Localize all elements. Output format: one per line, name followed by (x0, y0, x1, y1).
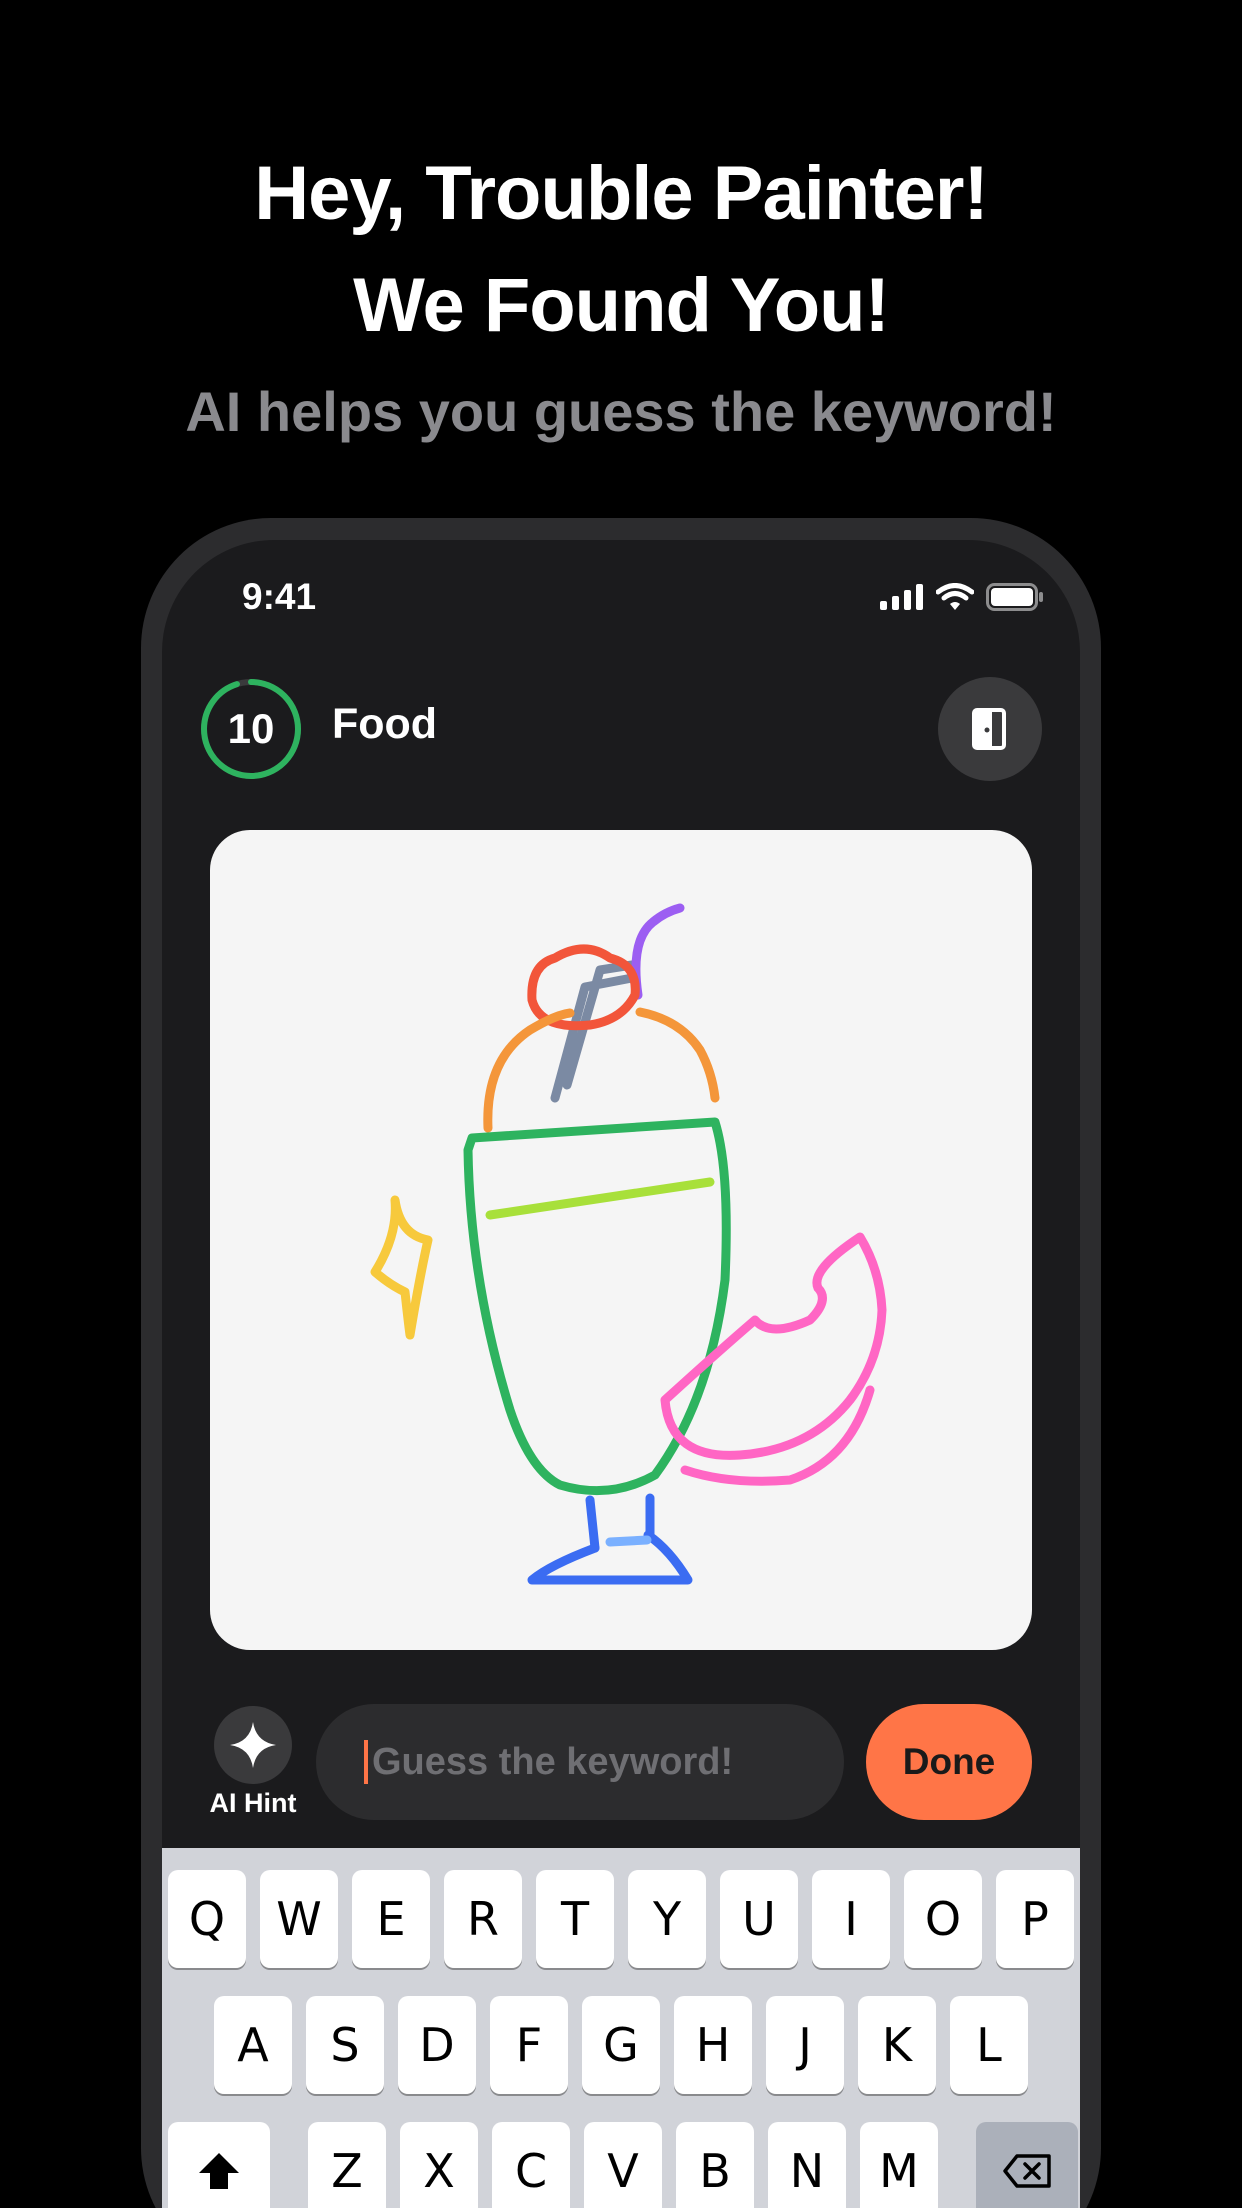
promo-subheadline: AI helps you guess the keyword! (185, 380, 1057, 443)
key-i[interactable]: I (812, 1870, 890, 1968)
stroke-cherry-stem (631, 903, 685, 1000)
key-w[interactable]: W (260, 1870, 338, 1968)
stroke-straw (550, 960, 639, 1103)
ai-hint-button[interactable] (214, 1706, 292, 1784)
stroke-sparkle (370, 1195, 433, 1340)
key-x[interactable]: X (400, 2122, 478, 2208)
keyboard-row-1: Q W E R T Y U I O P (168, 1870, 1080, 1968)
keyboard-row-3: Z X C V B N M (168, 2122, 1080, 2208)
key-q[interactable]: Q (168, 1870, 246, 1968)
stroke-cream (483, 1007, 720, 1133)
text-caret (364, 1740, 368, 1784)
stroke-cup (463, 1117, 731, 1496)
ai-hint-label: AI Hint (209, 1788, 297, 1818)
drawing-canvas[interactable] (210, 830, 1032, 1650)
key-c[interactable]: C (492, 2122, 570, 2208)
shift-icon (199, 2153, 239, 2189)
key-e[interactable]: E (352, 1870, 430, 1968)
guess-input[interactable]: Guess the keyword! (316, 1704, 844, 1820)
key-z[interactable]: Z (308, 2122, 386, 2208)
headline-line-1: Hey, Trouble Painter! (254, 151, 989, 236)
status-time: 9:41 (242, 576, 317, 617)
key-k[interactable]: K (858, 1996, 936, 2094)
status-icons (880, 582, 1044, 612)
stroke-peel (660, 1232, 887, 1486)
key-n[interactable]: N (768, 2122, 846, 2208)
key-d[interactable]: D (398, 1996, 476, 2094)
stroke-milk-line (485, 1177, 715, 1220)
sparkle-icon (230, 1722, 276, 1768)
door-exit-icon (972, 708, 1006, 750)
shift-key[interactable] (168, 2122, 270, 2208)
headline-line-2: We Found You! (353, 263, 890, 348)
keyboard-row-2: A S D F G H J K L (214, 1996, 1042, 2094)
key-l[interactable]: L (950, 1996, 1028, 2094)
milkshake-drawing (370, 903, 887, 1585)
key-t[interactable]: T (536, 1870, 614, 1968)
key-r[interactable]: R (444, 1870, 522, 1968)
category-label: Food (332, 700, 438, 748)
timer-value: 10 (227, 705, 275, 752)
key-p[interactable]: P (996, 1870, 1074, 1968)
battery-icon (986, 583, 1043, 611)
key-g[interactable]: G (582, 1996, 660, 2094)
wifi-icon (936, 583, 974, 610)
phone-screen: 9:41 10 Food AI Hint Guess the keyword! … (162, 540, 1080, 2208)
backspace-icon (1003, 2154, 1051, 2188)
key-s[interactable]: S (306, 1996, 384, 2094)
key-m[interactable]: M (860, 2122, 938, 2208)
stroke-base-highlight (605, 1535, 652, 1547)
exit-button[interactable] (938, 677, 1042, 781)
key-o[interactable]: O (904, 1870, 982, 1968)
key-y[interactable]: Y (628, 1870, 706, 1968)
key-b[interactable]: B (676, 2122, 754, 2208)
promo-headline: Hey, Trouble Painter! We Found You! (0, 138, 1242, 362)
done-button[interactable]: Done (866, 1704, 1032, 1820)
countdown-timer: 10 (200, 678, 302, 780)
key-j[interactable]: J (766, 1996, 844, 2094)
keyboard: Q W E R T Y U I O P A S D F G H J K L Z … (162, 1848, 1080, 2208)
key-v[interactable]: V (584, 2122, 662, 2208)
key-a[interactable]: A (214, 1996, 292, 2094)
key-f[interactable]: F (490, 1996, 568, 2094)
delete-key[interactable] (976, 2122, 1078, 2208)
signal-icon (880, 584, 923, 610)
key-h[interactable]: H (674, 1996, 752, 2094)
key-u[interactable]: U (720, 1870, 798, 1968)
guess-placeholder: Guess the keyword! (372, 1740, 734, 1783)
